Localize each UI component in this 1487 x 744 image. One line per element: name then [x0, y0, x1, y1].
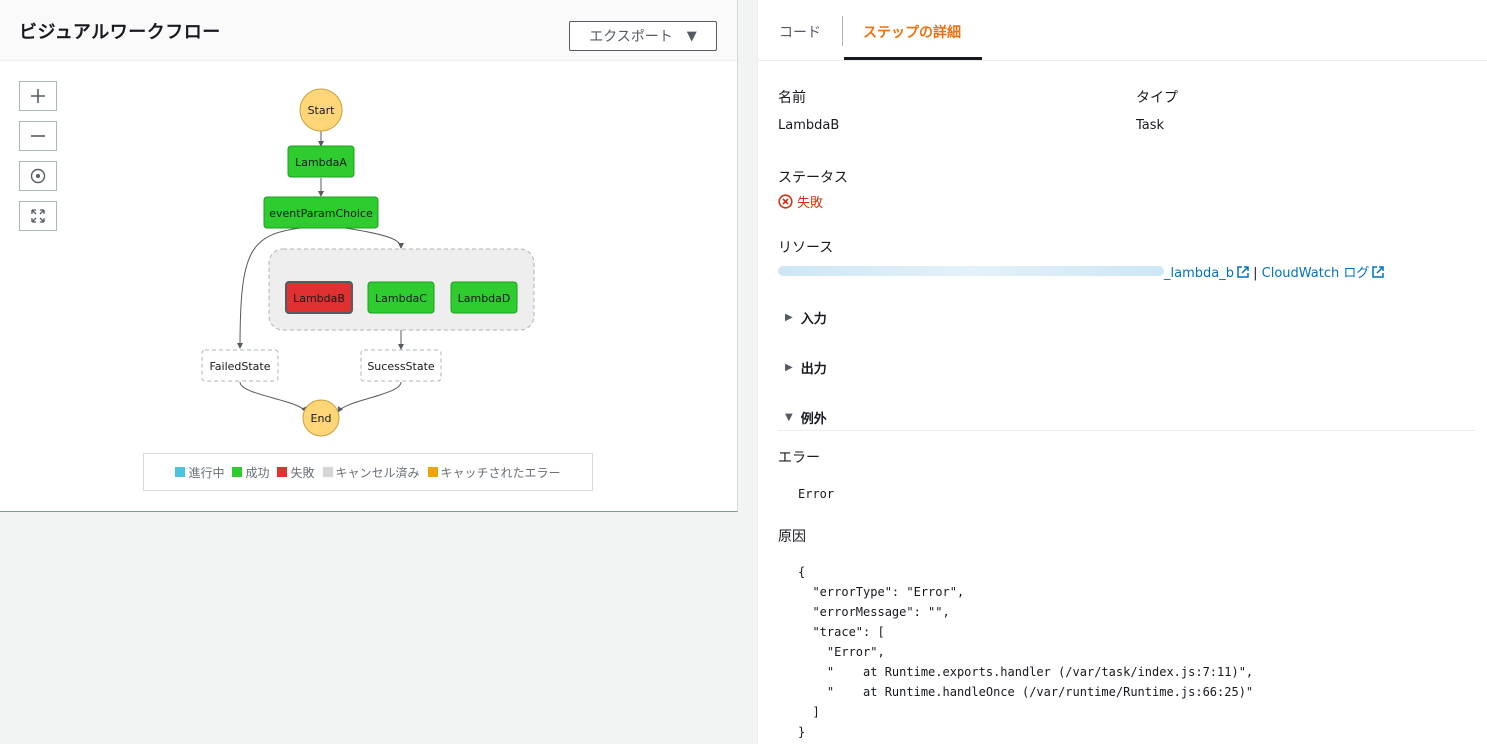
cause-value: { "errorType": "Error", "errorMessage": …: [798, 565, 1254, 739]
legend-label: 成功: [245, 465, 270, 480]
resource-label: リソース: [778, 240, 834, 256]
node-choice-label: eventParamChoice: [269, 207, 373, 220]
cloudwatch-logs-link[interactable]: CloudWatch ログ: [1262, 266, 1370, 281]
node-lambda-b-label: LambdaB: [293, 292, 345, 305]
error-value: Error: [798, 487, 835, 501]
resource-link[interactable]: _lambda_b: [1164, 266, 1234, 281]
resource-row: _lambda_b | CloudWatch ログ: [778, 262, 1385, 281]
legend-label: 進行中: [188, 465, 225, 480]
node-failed-label: FailedState: [209, 360, 270, 373]
legend-item: キャッチされたエラー: [427, 464, 561, 481]
legend-swatch: [277, 467, 288, 477]
exception-expander[interactable]: ▼ 例外: [785, 408, 827, 427]
link-separator: |: [1253, 266, 1258, 281]
output-expander-label: 出力: [800, 362, 827, 377]
external-link-icon[interactable]: [1372, 266, 1385, 278]
node-event-param-choice[interactable]: eventParamChoice: [263, 196, 379, 229]
node-success-state[interactable]: SucessState: [360, 349, 442, 382]
node-start[interactable]: Start: [299, 88, 343, 132]
node-success-label: SucessState: [367, 360, 435, 373]
active-tab-indicator: [844, 57, 982, 60]
node-start-label: Start: [308, 104, 336, 117]
legend-swatch: [175, 467, 186, 477]
node-lambda-b[interactable]: LambdaB: [285, 281, 353, 314]
tab-divider: [842, 16, 843, 46]
legend-item: 失敗: [277, 464, 315, 481]
node-end[interactable]: End: [302, 399, 340, 437]
cause-label: 原因: [778, 529, 806, 545]
tab-step-details[interactable]: ステップの詳細: [863, 22, 961, 42]
workflow-graph: Start LambdaA eventParamChoice LambdaB L…: [201, 88, 535, 437]
error-circle-icon: [778, 194, 793, 209]
legend-item: キャンセル済み: [322, 464, 420, 481]
external-link-icon[interactable]: [1237, 266, 1249, 278]
caret-right-icon: ▶: [785, 312, 793, 323]
legend-item: 成功: [232, 464, 269, 481]
type-value: Task: [1136, 118, 1165, 133]
legend-label: 失敗: [290, 465, 315, 480]
status-text: 失敗: [797, 196, 824, 211]
node-lambda-a-label: LambdaA: [295, 156, 347, 169]
node-lambda-c[interactable]: LambdaC: [367, 281, 435, 314]
tab-bar: コード ステップの詳細: [758, 0, 1487, 61]
legend-label: キャンセル済み: [335, 465, 420, 480]
type-label: タイプ: [1136, 90, 1178, 106]
status-legend: 進行中 成功 失敗 キャンセル済み キャッチされたエラー: [143, 453, 593, 491]
exception-expander-label: 例外: [800, 412, 827, 427]
legend-swatch: [322, 467, 333, 477]
name-label: 名前: [778, 90, 806, 106]
legend-label: キャッチされたエラー: [440, 465, 561, 480]
node-lambda-d[interactable]: LambdaD: [450, 281, 518, 314]
node-lambda-d-label: LambdaD: [458, 292, 511, 305]
caret-down-icon: ▼: [785, 412, 793, 423]
visual-workflow-panel: ビジュアルワークフロー エクスポート ▼ Start LambdaA event…: [0, 0, 738, 512]
caret-right-icon: ▶: [785, 362, 793, 373]
node-lambda-a[interactable]: LambdaA: [287, 145, 355, 178]
node-lambda-c-label: LambdaC: [375, 292, 427, 305]
section-divider: [778, 430, 1475, 431]
legend-item: 進行中: [175, 464, 224, 481]
legend-swatch: [232, 467, 243, 477]
status-value: 失敗: [778, 192, 823, 211]
node-end-label: End: [311, 412, 332, 425]
step-details-panel: コード ステップの詳細 名前 LambdaB タイプ Task ステータス 失敗…: [757, 0, 1487, 744]
error-label: エラー: [778, 450, 820, 466]
status-label: ステータス: [778, 170, 848, 186]
redacted-resource-arn: [778, 266, 1164, 276]
output-expander[interactable]: ▶ 出力: [785, 358, 827, 377]
input-expander-label: 入力: [800, 312, 827, 327]
name-value: LambdaB: [778, 118, 840, 133]
legend-swatch: [427, 467, 438, 477]
input-expander[interactable]: ▶ 入力: [785, 308, 827, 327]
tab-code[interactable]: コード: [779, 22, 821, 42]
node-failed-state[interactable]: FailedState: [201, 349, 279, 382]
